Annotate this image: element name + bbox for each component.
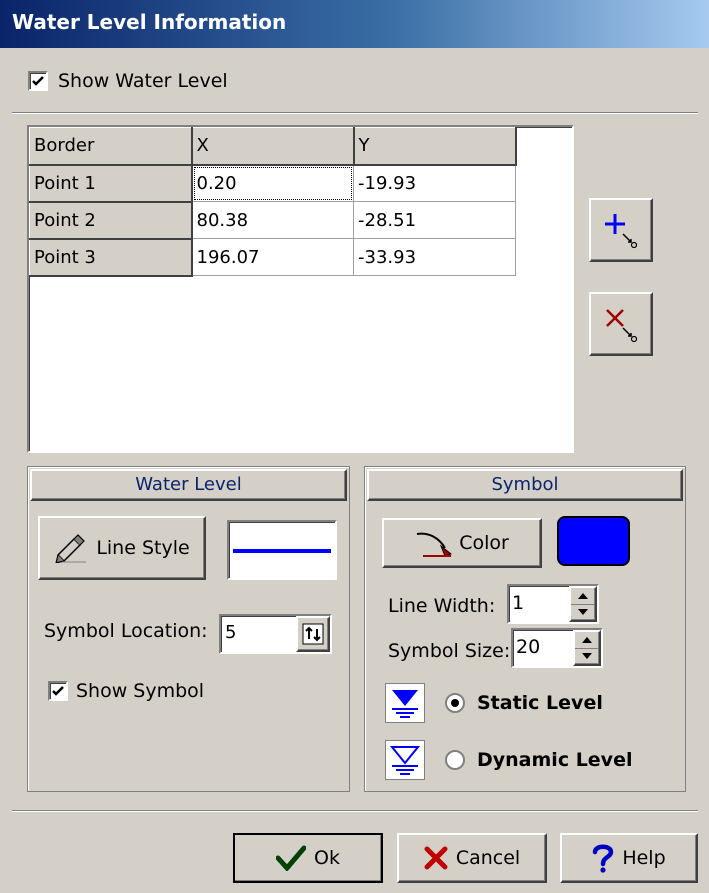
symbol-group-title: Symbol — [367, 469, 683, 501]
row-label[interactable]: Point 2 — [29, 201, 193, 240]
cell-y[interactable]: -19.93 — [353, 164, 516, 202]
show-symbol-label: Show Symbol — [76, 680, 205, 702]
grid-header-y[interactable]: Y — [353, 127, 517, 166]
dynamic-level-icon — [385, 740, 425, 780]
help-button[interactable]: Help — [560, 833, 698, 883]
color-button[interactable]: Color — [382, 518, 542, 568]
add-point-icon — [605, 214, 638, 249]
spin-up-icon[interactable] — [571, 588, 595, 605]
line-preview-stroke — [233, 549, 331, 553]
line-width-stepper[interactable] — [569, 586, 597, 622]
cell-x[interactable]: 80.38 — [191, 201, 354, 239]
symbol-size-value[interactable]: 20 — [513, 630, 573, 666]
delete-point-button[interactable] — [589, 292, 653, 356]
spin-down-icon[interactable] — [571, 605, 595, 621]
check-icon — [32, 76, 44, 86]
show-water-level-checkbox[interactable]: Show Water Level — [28, 70, 228, 92]
pencil-icon — [55, 534, 87, 563]
line-width-label: Line Width: — [388, 595, 496, 617]
check-icon — [52, 686, 64, 696]
table-row[interactable]: Point 2 80.38 -28.51 — [29, 201, 516, 240]
cell-x[interactable]: 196.07 — [191, 238, 354, 276]
dynamic-level-label: Dynamic Level — [477, 749, 633, 771]
radio-dot — [451, 699, 459, 707]
add-point-button[interactable] — [589, 198, 653, 262]
spin-down-icon[interactable] — [575, 649, 599, 665]
delete-point-icon — [606, 309, 638, 343]
divider — [12, 112, 698, 114]
row-label[interactable]: Point 1 — [29, 164, 193, 203]
symbol-size-stepper[interactable] — [573, 630, 601, 666]
line-style-preview[interactable] — [227, 520, 337, 580]
spin-up-icon[interactable] — [575, 632, 599, 649]
static-level-icon — [385, 683, 425, 723]
symbol-size-field[interactable]: 20 — [511, 628, 603, 668]
show-symbol-checkbox[interactable]: Show Symbol — [48, 680, 204, 702]
cancel-label: Cancel — [455, 847, 521, 869]
help-label: Help — [622, 847, 666, 869]
cancel-button[interactable]: Cancel — [397, 833, 547, 883]
cell-x[interactable]: 0.20 — [191, 164, 354, 202]
symbol-size-label: Symbol Size: — [388, 640, 511, 662]
title-bar: Water Level Information — [0, 0, 709, 48]
table-row[interactable]: Point 1 0.20 -19.93 — [29, 164, 516, 203]
checkbox-box[interactable] — [48, 681, 68, 701]
symbol-location-value[interactable]: 5 — [221, 616, 296, 652]
color-swatch[interactable] — [557, 516, 630, 566]
question-mark-icon — [593, 844, 614, 873]
cell-y[interactable]: -28.51 — [353, 201, 516, 239]
table-row[interactable]: Point 3 196.07 -33.93 — [29, 238, 516, 277]
water-level-group-title: Water Level — [30, 469, 347, 501]
up-down-arrows-icon — [302, 623, 324, 645]
color-label: Color — [459, 532, 509, 554]
radio-button[interactable] — [445, 693, 465, 713]
static-level-label: Static Level — [477, 692, 603, 714]
symbol-location-field[interactable]: 5 — [219, 614, 332, 654]
symbol-location-label: Symbol Location: — [44, 620, 208, 642]
ok-label: Ok — [314, 847, 340, 869]
show-water-level-label: Show Water Level — [58, 70, 228, 92]
paint-brush-icon — [417, 532, 453, 557]
line-style-label: Line Style — [96, 537, 190, 559]
line-width-value[interactable]: 1 — [509, 586, 569, 622]
footer-divider — [12, 810, 698, 812]
ok-button[interactable]: Ok — [233, 833, 383, 883]
line-width-field[interactable]: 1 — [507, 584, 599, 624]
radio-button[interactable] — [445, 750, 465, 770]
window-title: Water Level Information — [12, 10, 287, 34]
cell-y[interactable]: -33.93 — [353, 238, 516, 276]
points-grid[interactable]: Border X Y Point 1 0.20 -19.93 Point 2 8… — [27, 125, 574, 453]
row-label[interactable]: Point 3 — [29, 238, 193, 277]
line-style-button[interactable]: Line Style — [38, 516, 206, 580]
close-icon — [424, 846, 448, 870]
dynamic-level-radio[interactable]: Dynamic Level — [445, 749, 632, 771]
checkmark-icon — [276, 845, 307, 871]
symbol-location-stepper[interactable] — [296, 616, 330, 652]
static-level-radio[interactable]: Static Level — [445, 692, 603, 714]
grid-header-border[interactable]: Border — [29, 127, 193, 166]
checkbox-box[interactable] — [28, 71, 48, 91]
grid-header-row: Border X Y — [29, 127, 517, 166]
grid-header-x[interactable]: X — [191, 127, 355, 166]
